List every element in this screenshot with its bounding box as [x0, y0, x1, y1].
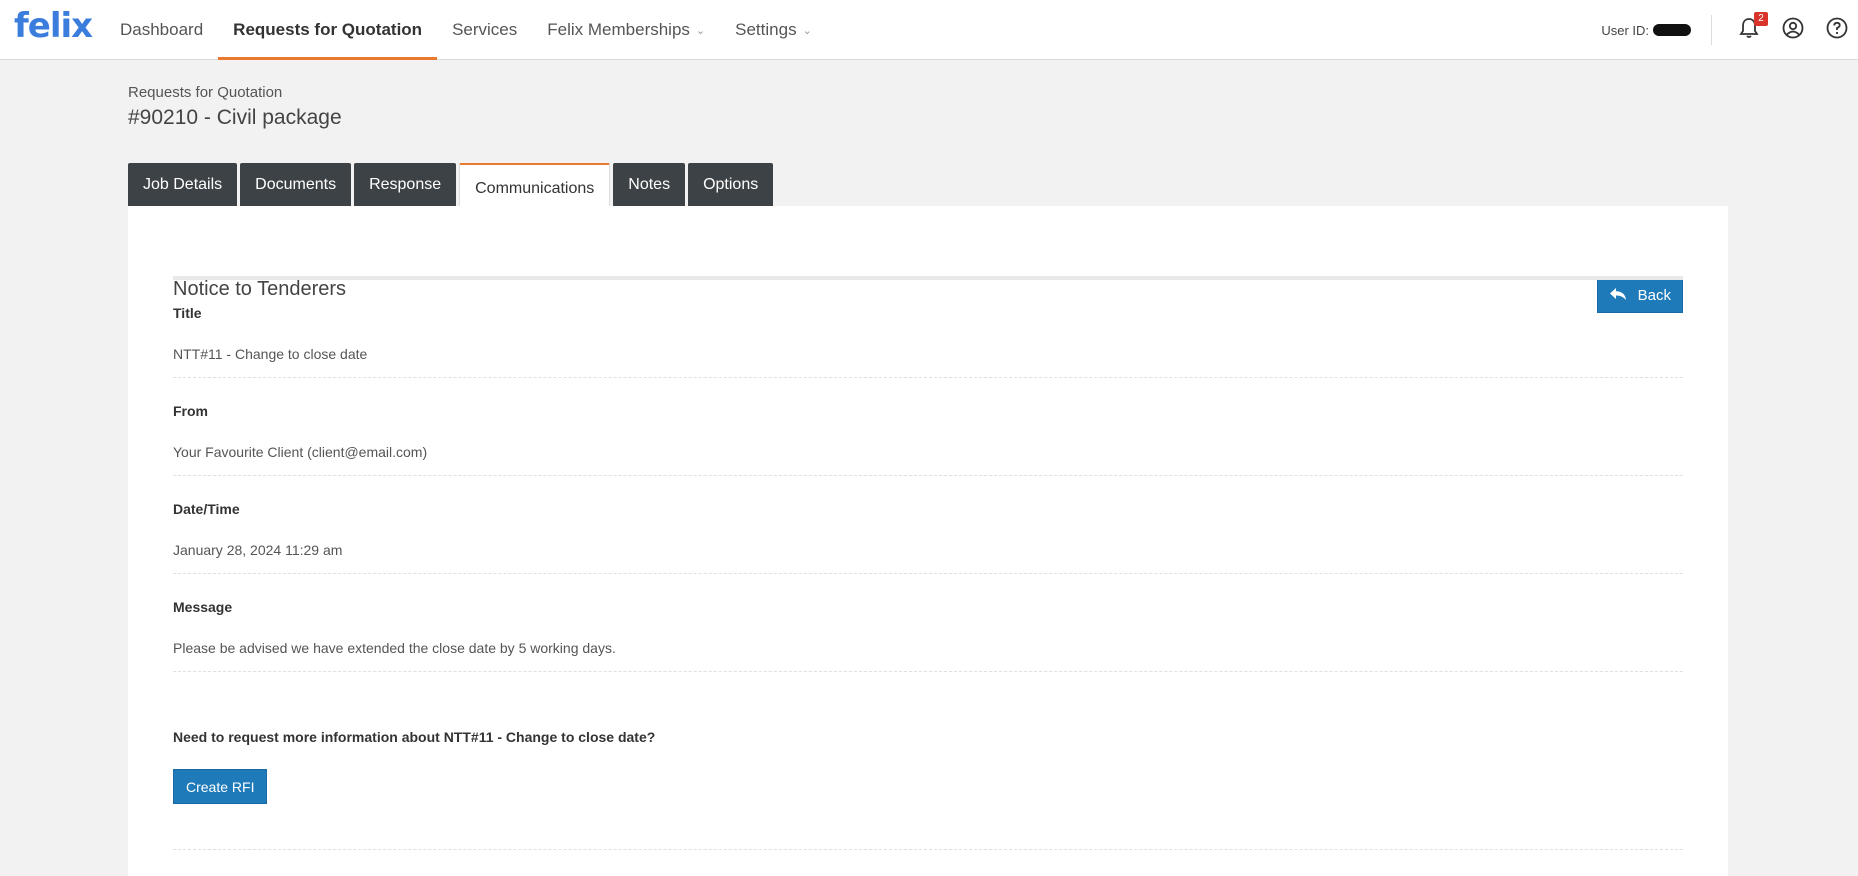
nav-item-felix-memberships[interactable]: Felix Memberships ⌄ — [532, 0, 720, 60]
user-area: User ID: 2 — [1601, 0, 1858, 60]
notification-count-badge: 2 — [1754, 12, 1768, 26]
divider — [1711, 15, 1712, 45]
chevron-down-icon: ⌄ — [802, 24, 812, 37]
nav-item-label: Settings — [735, 20, 797, 39]
field-value: January 28, 2024 11:29 am — [173, 542, 343, 558]
field-message: Message Please be advised we have extend… — [173, 574, 1683, 672]
field-value: Your Favourite Client (client@email.com) — [173, 444, 428, 460]
top-navigation: felix Dashboard Requests for Quotation S… — [0, 0, 1858, 60]
field-label: From — [173, 403, 208, 419]
field-label: Date/Time — [173, 501, 240, 517]
rfi-prompt: Need to request more information about N… — [173, 729, 656, 745]
user-id-label: User ID: — [1601, 22, 1649, 38]
field-label: Message — [173, 599, 233, 615]
chevron-down-icon: ⌄ — [695, 24, 706, 37]
help-button[interactable] — [1824, 17, 1850, 43]
page-title: #90210 - Civil package — [128, 106, 342, 129]
tab-options[interactable]: Options — [688, 163, 774, 206]
user-circle-icon — [1782, 17, 1804, 44]
nav-item-label: Felix Memberships — [547, 20, 690, 39]
content-panel: Notice to Tenderers Back Title NTT#11 - … — [128, 206, 1728, 876]
nav-item-requests-for-quotation[interactable]: Requests for Quotation — [218, 0, 437, 60]
nav-item-services[interactable]: Services — [437, 0, 532, 60]
field-title: Title NTT#11 - Change to close date — [173, 280, 1683, 378]
tab-job-details[interactable]: Job Details — [128, 163, 238, 206]
main-nav: Dashboard Requests for Quotation Service… — [105, 0, 827, 60]
felix-logo[interactable]: felix — [14, 6, 93, 46]
field-from: From Your Favourite Client (client@email… — [173, 378, 1683, 476]
user-id-redacted — [1653, 24, 1691, 36]
account-button[interactable] — [1780, 17, 1806, 43]
tab-communications[interactable]: Communications — [459, 163, 611, 207]
nav-item-dashboard[interactable]: Dashboard — [105, 0, 218, 60]
nav-item-label: Requests for Quotation — [233, 20, 423, 39]
field-label: Title — [173, 305, 202, 321]
nav-item-label: Dashboard — [120, 20, 204, 39]
tab-notes[interactable]: Notes — [613, 163, 686, 206]
create-rfi-button[interactable]: Create RFI — [173, 769, 268, 804]
field-value: Please be advised we have extended the c… — [173, 640, 616, 656]
field-date-time: Date/Time January 28, 2024 11:29 am — [173, 476, 1683, 574]
tab-response[interactable]: Response — [354, 163, 457, 206]
field-value: NTT#11 - Change to close date — [173, 346, 368, 362]
notifications-button[interactable]: 2 — [1736, 12, 1768, 43]
tab-documents[interactable]: Documents — [240, 163, 352, 206]
help-circle-icon — [1826, 17, 1848, 44]
breadcrumb[interactable]: Requests for Quotation — [128, 84, 282, 101]
nav-item-label: Services — [452, 20, 518, 39]
divider — [173, 849, 1683, 850]
nav-item-settings[interactable]: Settings ⌄ — [720, 0, 827, 60]
user-id: User ID: — [1601, 23, 1691, 38]
tab-bar: Job Details Documents Response Communica… — [128, 163, 776, 207]
